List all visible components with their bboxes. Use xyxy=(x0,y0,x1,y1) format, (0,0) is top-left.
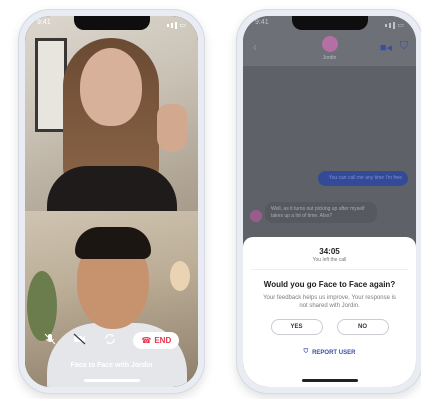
camera-off-icon[interactable] xyxy=(73,333,86,347)
signal-icons: ▭ xyxy=(385,19,404,31)
phone-hangup-icon: ☎ xyxy=(141,335,152,345)
status-time: 9:41 xyxy=(255,19,269,26)
video-call-phone: 9:41 ▭ ☎ END Face to Face with Jordin xyxy=(18,9,205,394)
background-lamp xyxy=(170,261,190,291)
home-indicator xyxy=(83,379,140,382)
feedback-buttons: YES NO xyxy=(243,319,416,336)
feedback-note: Your feedback helps us improve. Your res… xyxy=(263,295,396,310)
no-button[interactable]: NO xyxy=(336,319,389,336)
call-duration: 34:05 xyxy=(319,247,340,256)
chat-phone: 9:41 ▭ ‹ Jordin ■◂ ⛉ You can call me any… xyxy=(236,9,421,394)
sheet-divider xyxy=(251,269,408,270)
match-name: Jordin xyxy=(322,55,337,61)
flip-camera-icon[interactable] xyxy=(104,333,116,347)
chat-screen: 9:41 ▭ ‹ Jordin ■◂ ⛉ You can call me any… xyxy=(243,16,416,387)
back-chevron-icon[interactable]: ‹ xyxy=(253,40,257,54)
end-call-button[interactable]: ☎ END xyxy=(133,331,180,349)
feedback-sheet: 34:05 You left the call Would you go Fac… xyxy=(243,237,416,387)
call-controls: ☎ END xyxy=(25,329,198,351)
self-hair xyxy=(75,227,151,259)
incoming-message: Well, as it turns out picking up after m… xyxy=(265,202,377,223)
status-bar: 9:41 ▭ xyxy=(255,19,404,31)
call-caption: Face to Face with Jordin xyxy=(70,362,153,369)
shield-icon[interactable]: ⛉ xyxy=(400,40,408,53)
end-call-label: END xyxy=(154,335,172,345)
status-bar: 9:41 ▭ xyxy=(37,19,186,31)
match-avatar[interactable] xyxy=(321,36,338,52)
outgoing-message: You can call me any time I'm free xyxy=(318,171,408,186)
waving-hand xyxy=(157,104,187,152)
yes-button[interactable]: YES xyxy=(270,319,323,336)
video-icon[interactable]: ■◂ xyxy=(380,41,392,54)
video-call-screen: 9:41 ▭ ☎ END Face to Face with Jordin xyxy=(25,16,198,387)
home-indicator xyxy=(301,379,358,382)
self-video-feed xyxy=(25,211,198,387)
status-time: 9:41 xyxy=(37,19,51,26)
feedback-question: Would you go Face to Face again? xyxy=(263,280,396,289)
call-status-text: You left the call xyxy=(312,257,347,263)
report-user-label: REPORT USER xyxy=(312,349,356,356)
signal-icons: ▭ xyxy=(167,19,186,31)
person-face xyxy=(80,48,142,126)
remote-video-feed xyxy=(25,16,198,226)
incoming-avatar xyxy=(250,210,262,222)
report-user-link[interactable]: ⛉ REPORT USER xyxy=(243,349,416,356)
mic-off-icon[interactable] xyxy=(44,333,56,347)
shield-icon: ⛉ xyxy=(303,349,309,356)
